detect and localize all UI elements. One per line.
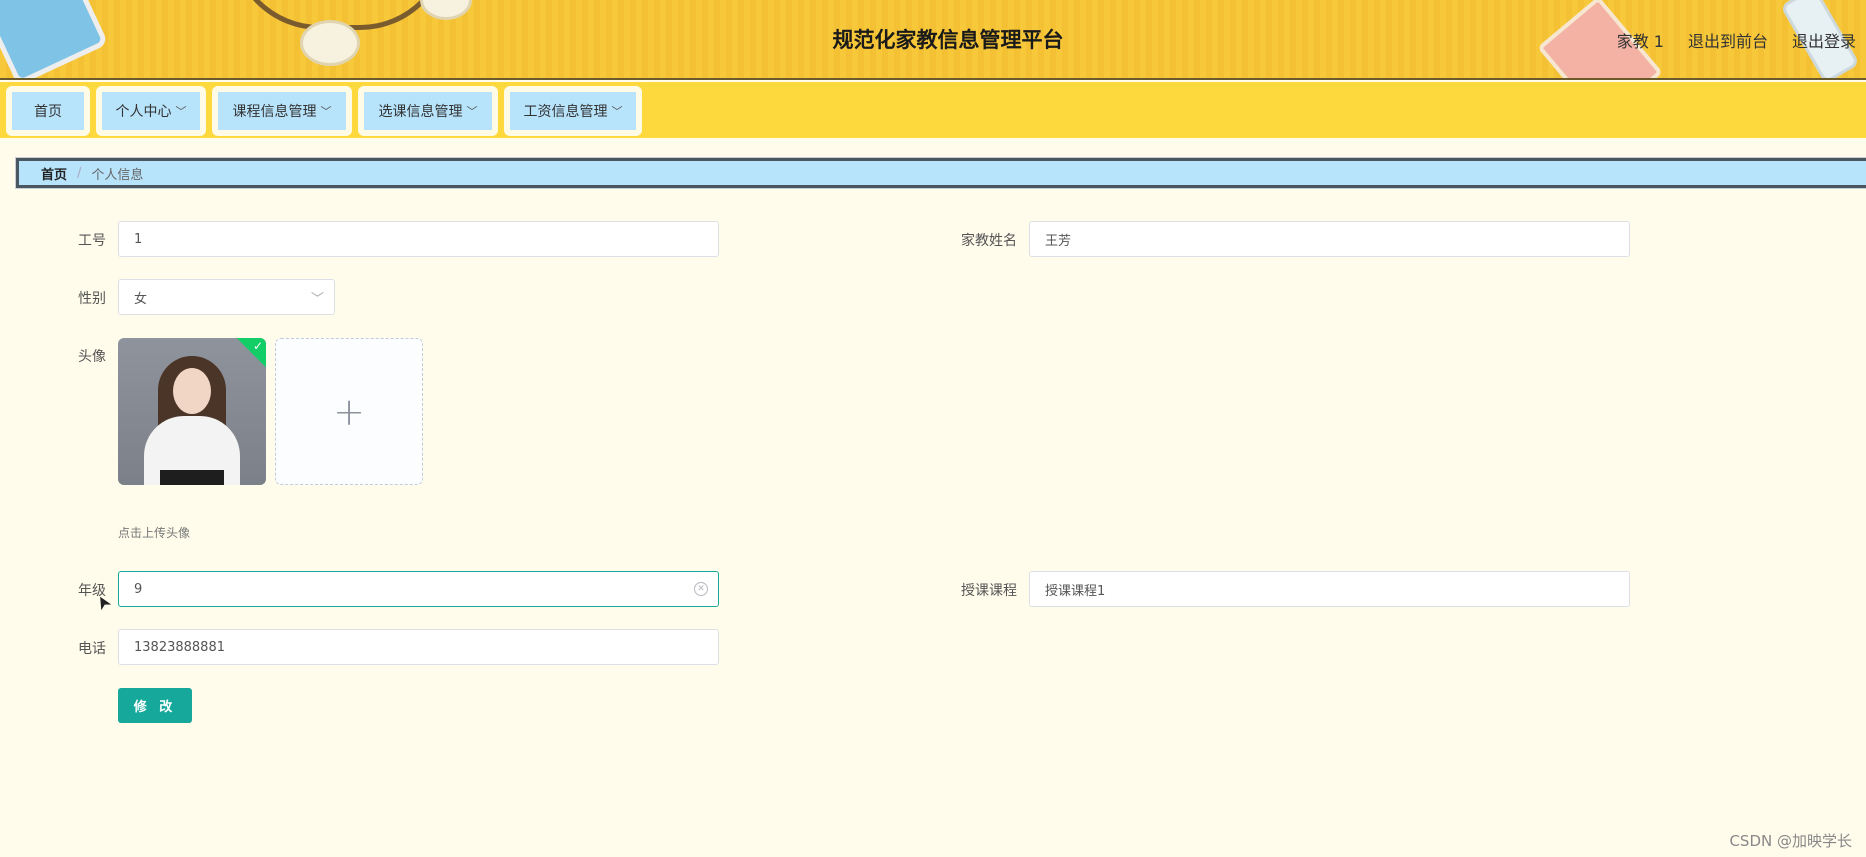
top-nav: 首页 个人中心 ﹀ 课程信息管理 ﹀ 选课信息管理 ﹀ 工资信息管理 ﹀ [0, 82, 1866, 138]
breadcrumb-home[interactable]: 首页 [41, 164, 67, 183]
course-value: 授课课程1 [1045, 583, 1106, 599]
plus-icon: + [333, 389, 365, 434]
avatar-label: 头像 [78, 349, 106, 365]
site-title: 规范化家教信息管理平台 [832, 28, 1064, 52]
chevron-down-icon: ﹀ [175, 105, 187, 118]
nav-item-salary-management[interactable]: 工资信息管理 ﹀ [504, 86, 642, 136]
gender-label: 性别 [78, 291, 106, 307]
course-input[interactable]: 授课课程1 [1029, 571, 1630, 607]
back-to-frontend-link[interactable]: 退出到前台 [1688, 28, 1768, 52]
tutor-name-value: 王芳 [1045, 233, 1072, 249]
avatar-image[interactable]: ✓ [118, 338, 266, 485]
phone-input[interactable]: 13823888881 [118, 629, 719, 665]
chevron-down-icon: ﹀ [611, 105, 623, 118]
logout-link[interactable]: 退出登录 [1792, 28, 1856, 52]
tutor-name-label: 家教姓名 [961, 233, 1017, 249]
chevron-down-icon: ﹀ [466, 105, 478, 118]
breadcrumb-current: 个人信息 [91, 167, 144, 183]
earbud-decoration [420, 0, 472, 20]
course-label: 授课课程 [961, 583, 1017, 599]
gender-value: 女 [134, 291, 148, 307]
nav-item-label: 课程信息管理 [232, 104, 317, 120]
avatar-upload-hint: 点击上传头像 [118, 526, 191, 540]
nav-item-label: 首页 [34, 104, 62, 120]
avatar-upload-button[interactable]: + [275, 338, 423, 485]
user-name-link[interactable]: 家教 1 [1617, 28, 1664, 52]
tutor-name-input[interactable]: 王芳 [1029, 221, 1630, 257]
grade-input[interactable]: 9 ✕ [118, 571, 719, 607]
chevron-down-icon: ﹀ [320, 105, 332, 118]
gender-select[interactable]: 女 ﹀ [118, 279, 335, 315]
nav-item-personal-center[interactable]: 个人中心 ﹀ [96, 86, 206, 136]
header: 规范化家教信息管理平台 家教 1 退出到前台 退出登录 [0, 0, 1866, 80]
watermark: CSDN @加映学长 [1729, 832, 1852, 850]
submit-button[interactable]: 修 改 [118, 688, 192, 723]
employee-id-input[interactable]: 1 [118, 221, 719, 257]
employee-id-label: 工号 [78, 233, 106, 249]
check-icon: ✓ [252, 339, 263, 353]
phone-value: 13823888881 [134, 639, 225, 655]
nav-item-label: 选课信息管理 [378, 104, 463, 120]
chevron-down-icon: ﹀ [310, 292, 324, 307]
nav-item-selection-management[interactable]: 选课信息管理 ﹀ [358, 86, 498, 136]
nav-item-course-management[interactable]: 课程信息管理 ﹀ [212, 86, 352, 136]
phone-label: 电话 [78, 641, 106, 657]
clear-icon[interactable]: ✕ [694, 582, 708, 596]
grade-value: 9 [134, 581, 143, 597]
header-links: 家教 1 退出到前台 退出登录 [1617, 28, 1856, 52]
breadcrumb: 首页 / 个人信息 [15, 157, 1866, 189]
breadcrumb-separator: / [77, 165, 82, 181]
nav-item-label: 个人中心 [115, 104, 172, 120]
employee-id-value: 1 [134, 231, 143, 247]
nav-item-label: 工资信息管理 [523, 104, 608, 120]
nav-item-home[interactable]: 首页 [6, 86, 90, 136]
